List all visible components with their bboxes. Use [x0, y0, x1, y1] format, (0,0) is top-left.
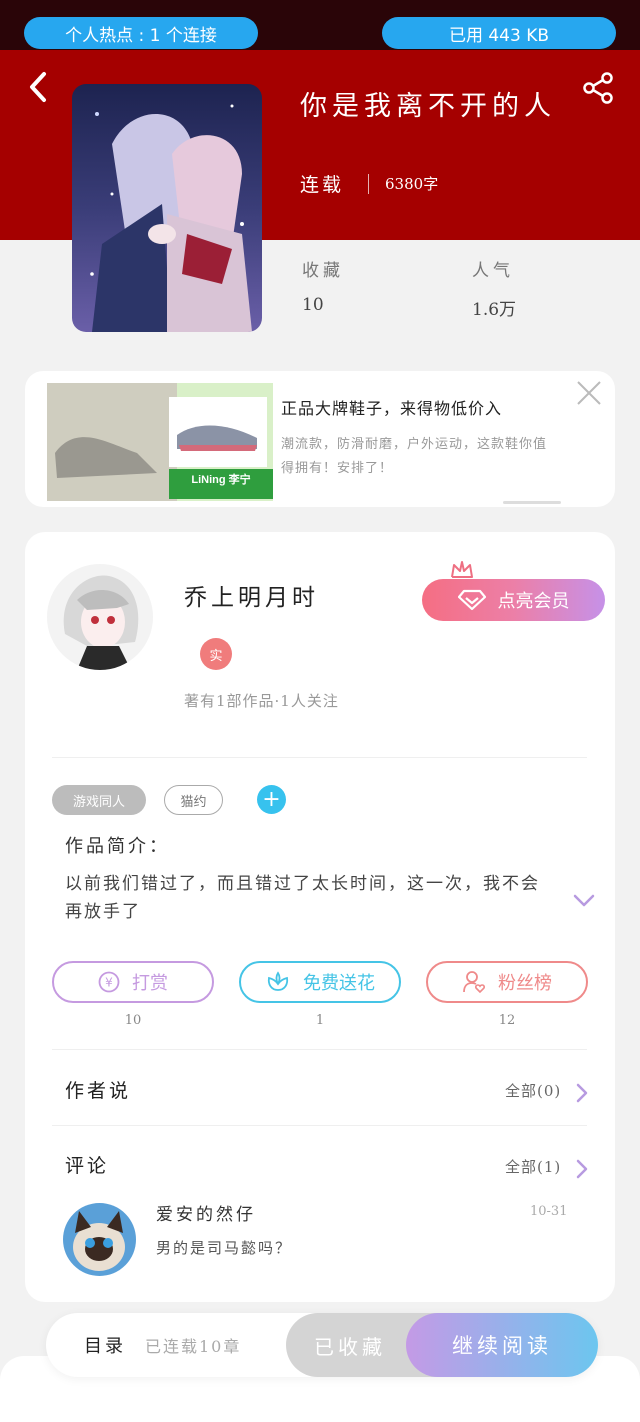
meta-divider	[368, 173, 370, 194]
fan-ranking-label: 粉丝榜	[498, 973, 552, 994]
share-icon[interactable]	[580, 70, 616, 106]
user-heart-icon	[463, 971, 486, 994]
ad-description: 潮流款，防滑耐磨，户外运动，这款鞋你值得拥有！安排了！	[281, 437, 548, 476]
author-name[interactable]: 乔上明月时	[184, 578, 319, 612]
book-title: 你是我离不开的人	[300, 91, 556, 122]
intro-text: 以前我们错过了，而且错过了太长时间，这一次，我不会再放手了	[65, 874, 540, 922]
author-says-all-link[interactable]: 全部(0)	[505, 1080, 561, 1101]
ad-banner[interactable]: LiNing 李宁 正品大牌鞋子，来得物低价入 潮流款，防滑耐磨，户外运动，这款…	[25, 371, 615, 507]
section-divider	[52, 1049, 587, 1050]
commenter-name[interactable]: 爱安的然仔	[156, 1200, 256, 1225]
fan-count: 12	[498, 1013, 516, 1028]
comment-text: 男的是司马懿吗？	[156, 1239, 293, 1257]
yen-icon: ¥	[98, 971, 120, 993]
popularity-stat: 人气 1.6万	[472, 256, 516, 320]
comments-all-link[interactable]: 全部(1)	[505, 1156, 561, 1177]
diamond-icon	[457, 589, 486, 611]
fan-ranking-button[interactable]: 粉丝榜	[426, 961, 588, 1003]
continue-reading-button[interactable]: 继续阅读	[406, 1313, 598, 1377]
close-icon[interactable]	[575, 379, 603, 407]
chevron-right-icon[interactable]	[575, 1082, 589, 1104]
svg-text:¥: ¥	[105, 976, 113, 990]
popularity-value: 1.6万	[472, 300, 517, 320]
intro-heading: 作品简介：	[65, 836, 170, 857]
comments-title: 评论	[65, 1155, 110, 1177]
book-cover-image[interactable]	[72, 84, 262, 332]
vip-button-label: 点亮会员	[497, 591, 570, 612]
chevron-right-icon[interactable]	[575, 1158, 589, 1180]
hotspot-indicator: 个人热点 : 1 个连接	[24, 17, 258, 49]
book-meta: 连载 6380字	[300, 170, 438, 197]
popularity-label: 人气	[472, 261, 514, 281]
section-divider	[52, 1125, 587, 1126]
activate-vip-button[interactable]: 点亮会员	[422, 579, 605, 621]
tip-button[interactable]: ¥ 打赏	[52, 961, 214, 1003]
tip-count: 10	[124, 1013, 142, 1028]
author-info: 著有1部作品·1人关注	[184, 692, 339, 710]
flower-icon	[267, 971, 289, 991]
tip-label: 打赏	[132, 973, 168, 994]
data-usage-indicator: 已用 443 KB	[382, 17, 616, 49]
tag-chip[interactable]: 游戏同人	[52, 785, 146, 815]
ad-title[interactable]: 正品大牌鞋子，来得物低价入	[281, 395, 502, 419]
tag-chip[interactable]: 猫约	[164, 785, 223, 815]
send-flower-label: 免费送花	[303, 973, 375, 994]
ad-brand-text: LiNing 李宁	[191, 472, 250, 486]
favorites-label: 收藏	[302, 261, 344, 281]
verified-badge: 实	[200, 638, 232, 670]
send-flower-button[interactable]: 免费送花	[239, 961, 401, 1003]
add-tag-icon[interactable]: +	[257, 785, 286, 814]
comment-date: 10-31	[530, 1204, 568, 1219]
episode-count[interactable]: 已连载10章	[145, 1333, 241, 1357]
flower-count: 1	[315, 1013, 325, 1028]
author-avatar[interactable]	[47, 564, 153, 670]
crown-icon	[451, 561, 473, 578]
ad-scroll-indicator	[503, 501, 561, 504]
status-bar: 个人热点 : 1 个连接 已用 443 KB	[0, 0, 640, 50]
ad-shoe-image[interactable]: LiNing 李宁	[47, 383, 273, 501]
directory-link[interactable]: 目录	[84, 1332, 126, 1358]
author-says-title: 作者说	[65, 1080, 132, 1102]
word-count: 6380字	[385, 175, 439, 193]
chevron-down-icon[interactable]	[571, 892, 597, 910]
favorites-value: 10	[302, 295, 324, 315]
commenter-avatar[interactable]	[63, 1203, 136, 1276]
serial-status: 连载	[300, 174, 345, 196]
back-arrow-icon[interactable]	[24, 70, 54, 104]
favorites-stat: 收藏 10	[302, 256, 344, 315]
section-divider	[52, 757, 587, 758]
